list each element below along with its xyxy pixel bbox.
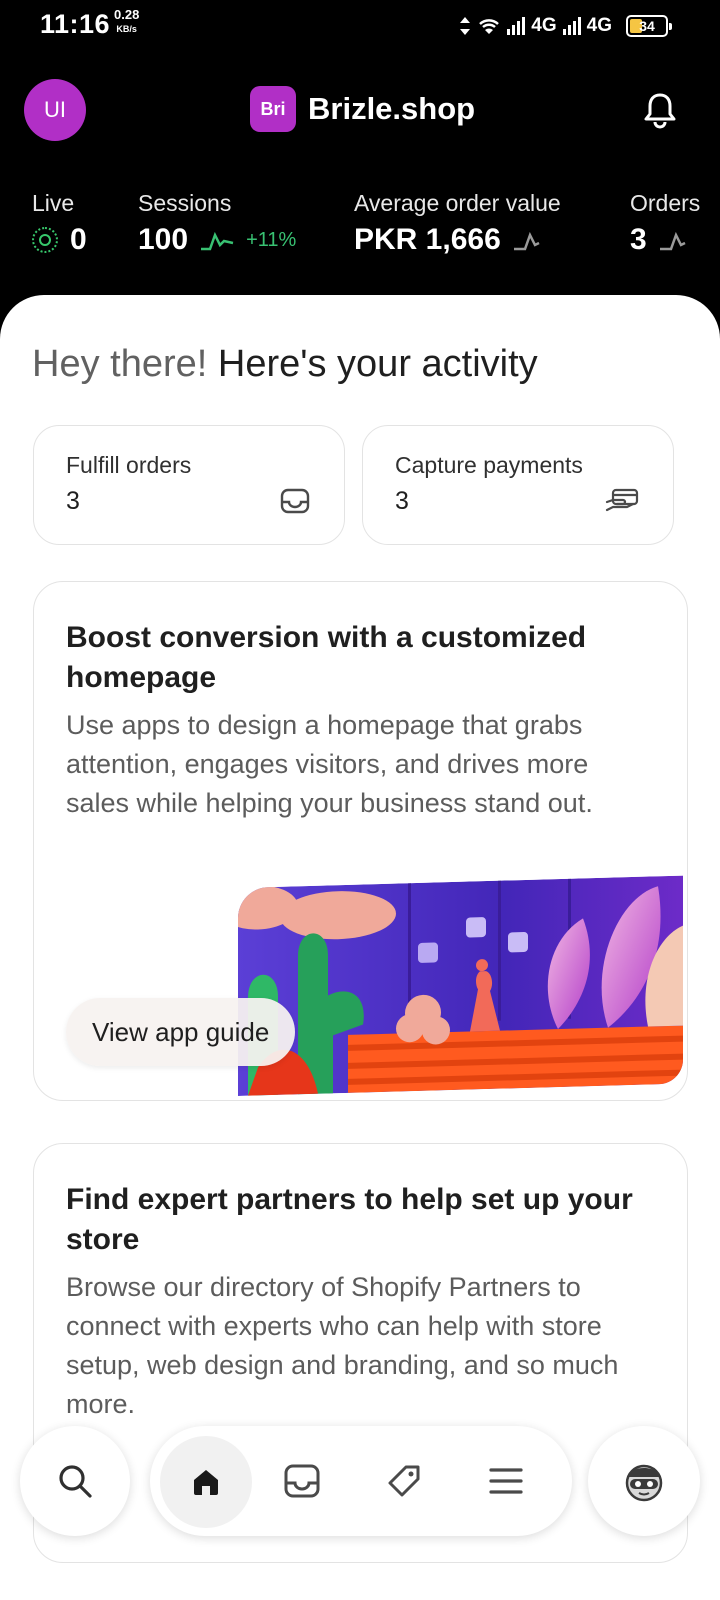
task-label: Fulfill orders — [66, 452, 192, 478]
promo-body: Use apps to design a homepage that grabs… — [66, 710, 593, 818]
promo-illustration — [238, 875, 683, 1096]
store-switcher[interactable]: Bri Brizle.shop — [250, 86, 475, 132]
nav-menu[interactable] — [486, 1461, 526, 1501]
status-bar: 11:16 0.28 KB/s 4G 4G 34 — [0, 0, 720, 52]
promo-title: Boost conversion with a customized homep… — [66, 621, 587, 694]
metric-label: Average order value — [354, 190, 561, 216]
view-app-guide-button[interactable]: View app guide — [66, 998, 296, 1066]
tag-icon — [388, 1465, 420, 1497]
metric-value: 100 — [138, 223, 189, 256]
metric-label: Orders — [630, 190, 701, 216]
menu-icon — [489, 1468, 523, 1494]
store-name: Brizle.shop — [308, 91, 476, 126]
nav-products[interactable] — [384, 1461, 424, 1501]
network-speed-value: 0.28 — [114, 7, 140, 22]
task-card-capture-payments[interactable]: Capture payments 3 — [362, 425, 674, 545]
metric-sessions[interactable]: Sessions 100 +11% — [138, 190, 296, 257]
bottom-nav — [150, 1426, 572, 1536]
network-speed: 0.28 KB/s — [114, 8, 139, 36]
metric-label: Sessions — [138, 190, 232, 216]
greeting-main: Here's your activity — [217, 343, 538, 385]
status-time: 11:16 — [40, 9, 111, 39]
network-speed-unit: KB/s — [116, 24, 137, 34]
card-payment-icon — [605, 488, 639, 512]
metric-value: 0 — [70, 223, 87, 256]
task-label: Capture payments — [395, 452, 583, 478]
avatar-initials: UI — [44, 97, 66, 122]
metric-trend: +11% — [246, 228, 297, 251]
metric-live[interactable]: Live 0 — [32, 190, 87, 257]
signal-icon-2 — [562, 17, 581, 35]
nav-home[interactable] — [160, 1436, 252, 1528]
assistant-button[interactable] — [588, 1426, 700, 1536]
partner-body: Browse our directory of Shopify Partners… — [66, 1272, 619, 1419]
inbox-icon — [280, 488, 310, 514]
store-badge: Bri — [250, 86, 296, 132]
status-icons: 4G 4G — [459, 12, 612, 40]
page-title: Hey there! Here's your activity — [32, 343, 538, 386]
metric-average-order-value[interactable]: Average order value PKR 1,666 — [354, 190, 561, 257]
avatar[interactable]: UI — [24, 79, 86, 141]
search-icon — [59, 1465, 92, 1498]
network-type-2: 4G — [586, 15, 612, 36]
assistant-icon — [625, 1464, 663, 1502]
search-button[interactable] — [20, 1426, 130, 1536]
network-type-1: 4G — [531, 15, 557, 36]
data-arrows-icon — [460, 17, 471, 35]
orders-icon — [284, 1464, 320, 1498]
metrics-bar[interactable]: Live 0 Sessions 100 +11% Average order v… — [0, 190, 720, 270]
partner-title: Find expert partners to help set up your… — [66, 1183, 633, 1256]
wifi-icon — [479, 19, 500, 34]
metric-value: 3 — [630, 223, 647, 256]
task-count: 3 — [66, 487, 80, 515]
sparkline-icon — [659, 231, 686, 251]
nav-orders[interactable] — [282, 1461, 322, 1501]
home-icon — [194, 1470, 218, 1495]
greeting-muted: Hey there! — [32, 343, 208, 385]
home-content: Hey there! Here's your activity Fulfill … — [0, 295, 720, 1600]
metric-orders[interactable]: Orders 3 — [630, 190, 700, 257]
sparkline-icon — [513, 231, 540, 251]
metric-label: Live — [32, 190, 75, 216]
promo-card-homepage[interactable]: Boost conversion with a customized homep… — [33, 581, 688, 1101]
live-pulse-icon — [32, 227, 58, 253]
bell-icon[interactable] — [640, 90, 680, 130]
battery-indicator: 34 — [626, 15, 672, 37]
task-card-fulfill-orders[interactable]: Fulfill orders 3 — [33, 425, 345, 545]
metric-value: PKR 1,666 — [354, 223, 501, 256]
sparkline-icon — [201, 231, 234, 251]
battery-level: 34 — [639, 18, 655, 34]
signal-icon — [507, 17, 526, 35]
